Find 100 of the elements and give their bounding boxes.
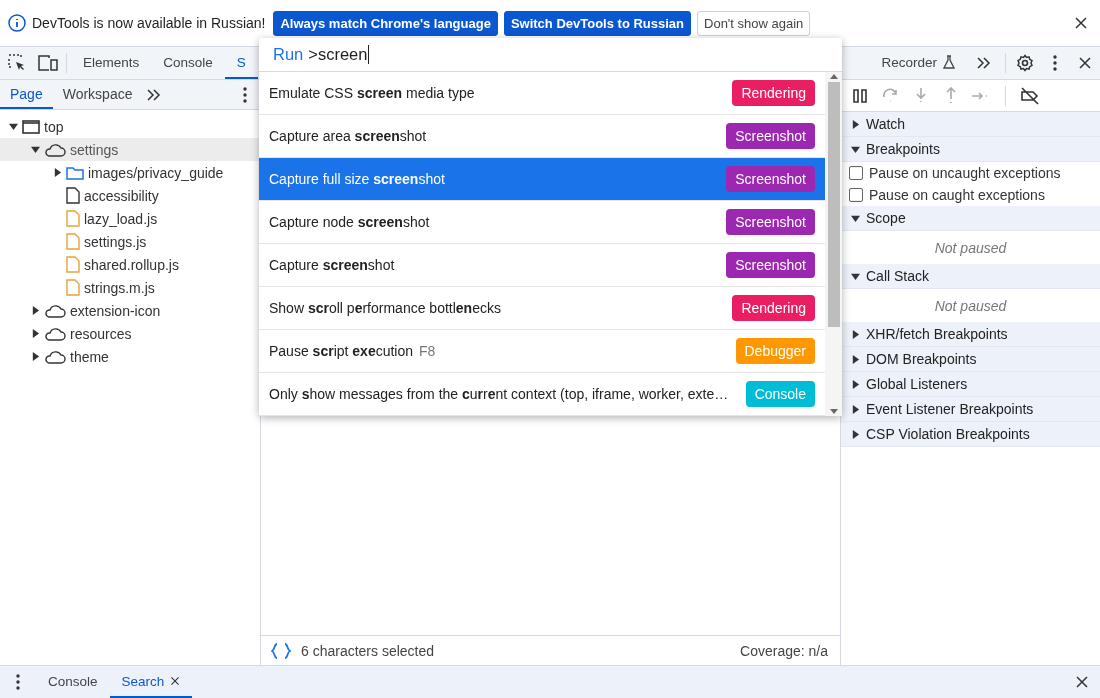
- infobar-button[interactable]: Don't show again: [697, 10, 811, 36]
- file-icon: [66, 210, 80, 227]
- category-badge: Rendering: [732, 295, 815, 321]
- more-icon[interactable]: [243, 86, 247, 103]
- tree-item[interactable]: lazy_load.js: [0, 207, 260, 230]
- tree-item-label: accessibility: [84, 187, 159, 204]
- close-icon[interactable]: [1078, 56, 1092, 70]
- more-icon[interactable]: [16, 674, 20, 690]
- scroll-down-icon[interactable]: [828, 408, 839, 416]
- scroll-up-icon[interactable]: [828, 72, 839, 80]
- command-title: Capture full size screenshot: [269, 171, 446, 187]
- command-item[interactable]: Emulate CSS screen media type Rendering: [259, 72, 825, 115]
- close-icon[interactable]: [1075, 675, 1089, 689]
- window-icon: [22, 119, 40, 134]
- caret-down-icon[interactable]: [851, 271, 860, 281]
- file-icon: [66, 233, 80, 250]
- command-item[interactable]: Capture area screenshot Screenshot: [259, 115, 825, 158]
- infobar-message: DevTools is now available in Russian!: [32, 15, 266, 31]
- panel-tab[interactable]: Recorder: [869, 47, 967, 79]
- checkbox-option[interactable]: Pause on uncaught exceptions: [841, 162, 1100, 184]
- caret-right-icon[interactable]: [52, 168, 62, 177]
- deactivate-breakpoints-icon[interactable]: [1020, 86, 1040, 105]
- command-title: Capture screenshot: [269, 257, 396, 273]
- more-tabs-icon[interactable]: [147, 88, 162, 101]
- checkbox-option[interactable]: Pause on caught exceptions: [841, 184, 1100, 206]
- scrollbar[interactable]: [825, 72, 842, 416]
- category-badge: Rendering: [732, 80, 815, 106]
- cloud-icon: [44, 142, 66, 157]
- caret-right-icon[interactable]: [851, 354, 860, 364]
- tree-item-label: settings: [70, 141, 119, 158]
- tree-item[interactable]: top: [0, 115, 260, 138]
- tree-item[interactable]: settings.js: [0, 230, 260, 253]
- section-header[interactable]: Breakpoints: [841, 137, 1100, 162]
- tree-item[interactable]: settings: [0, 138, 260, 161]
- command-item[interactable]: Capture screenshot Screenshot: [259, 244, 825, 287]
- infobar-button[interactable]: Switch DevTools to Russian: [503, 10, 691, 36]
- caret-right-icon[interactable]: [30, 329, 40, 338]
- more-tabs-icon[interactable]: [977, 57, 991, 69]
- settings-icon: [1016, 54, 1034, 72]
- caret-right-icon[interactable]: [851, 379, 860, 389]
- caret-down-icon[interactable]: [8, 122, 18, 131]
- caret-right-icon[interactable]: [851, 429, 860, 439]
- command-item[interactable]: Capture node screenshot Screenshot: [259, 201, 825, 244]
- tree-item-label: shared.rollup.js: [84, 256, 179, 273]
- drawer-tab[interactable]: Search: [109, 666, 193, 698]
- section-header[interactable]: CSP Violation Breakpoints: [841, 422, 1100, 447]
- command-item[interactable]: Pause script execution F8 Debugger: [259, 330, 825, 373]
- cloud-icon: [44, 349, 66, 364]
- command-item[interactable]: Show scroll performance bottlenecks Rendering: [259, 287, 825, 330]
- section-header[interactable]: Event Listener Breakpoints: [841, 397, 1100, 422]
- caret-down-icon[interactable]: [851, 213, 860, 223]
- command-title: Capture node screenshot: [269, 214, 431, 230]
- tree-item-label: theme: [70, 348, 109, 365]
- checkbox[interactable]: [849, 166, 863, 180]
- command-title: Only show messages from the current context (top, iframe, worker, exte…: [269, 386, 730, 402]
- section-header[interactable]: DOM Breakpoints: [841, 347, 1100, 372]
- panel-tab[interactable]: Console: [151, 47, 225, 79]
- section-header[interactable]: Call Stack: [841, 264, 1100, 289]
- caret-right-icon[interactable]: [30, 306, 40, 315]
- command-item[interactable]: Only show messages from the current context (top, iframe, worker, exte… Console: [259, 373, 825, 416]
- command-query: >screen: [308, 45, 370, 64]
- tree-item[interactable]: images/privacy_guide: [0, 161, 260, 184]
- folder-icon: [66, 165, 84, 180]
- caret-right-icon[interactable]: [851, 119, 860, 129]
- tree-item[interactable]: strings.m.js: [0, 276, 260, 299]
- file-icon: [66, 279, 80, 296]
- tree-item[interactable]: theme: [0, 345, 260, 368]
- caret-down-icon[interactable]: [851, 144, 860, 154]
- tree-item[interactable]: shared.rollup.js: [0, 253, 260, 276]
- tree-item-label: images/privacy_guide: [88, 164, 224, 181]
- category-badge: Console: [745, 381, 815, 407]
- section-header[interactable]: Watch: [841, 112, 1100, 137]
- tree-item-label: resources: [70, 325, 132, 342]
- tree-item[interactable]: resources: [0, 322, 260, 345]
- caret-right-icon[interactable]: [851, 329, 860, 339]
- section-header[interactable]: Scope: [841, 206, 1100, 231]
- command-title: Emulate CSS screen media type: [269, 85, 476, 101]
- category-badge: Screenshot: [726, 209, 815, 235]
- navigator-tab[interactable]: Workspace: [52, 80, 143, 109]
- panel-tab[interactable]: Elements: [71, 47, 152, 79]
- tree-item[interactable]: accessibility: [0, 184, 260, 207]
- more-icon[interactable]: [1053, 55, 1057, 71]
- navigator-tab[interactable]: Page: [0, 80, 53, 109]
- close-icon[interactable]: [170, 676, 181, 686]
- section-header[interactable]: XHR/fetch Breakpoints: [841, 322, 1100, 347]
- device-icon: [38, 55, 58, 71]
- checkbox[interactable]: [849, 188, 863, 202]
- coverage-status: Coverage: n/a: [740, 642, 828, 659]
- command-item[interactable]: Capture full size screenshot Screenshot: [259, 158, 825, 201]
- infobar-button[interactable]: Always match Chrome's language: [273, 10, 498, 36]
- caret-down-icon[interactable]: [30, 145, 40, 154]
- section-header[interactable]: Global Listeners: [841, 372, 1100, 397]
- tree-item[interactable]: extension-icon: [0, 299, 260, 322]
- command-title: Pause script execution F8: [269, 343, 437, 359]
- caret-right-icon[interactable]: [30, 352, 40, 361]
- cloud-icon: [44, 303, 66, 318]
- drawer-tab[interactable]: Console: [36, 666, 110, 698]
- braces-icon[interactable]: [271, 642, 291, 659]
- tree-item-label: top: [44, 118, 64, 135]
- caret-right-icon[interactable]: [851, 404, 860, 414]
